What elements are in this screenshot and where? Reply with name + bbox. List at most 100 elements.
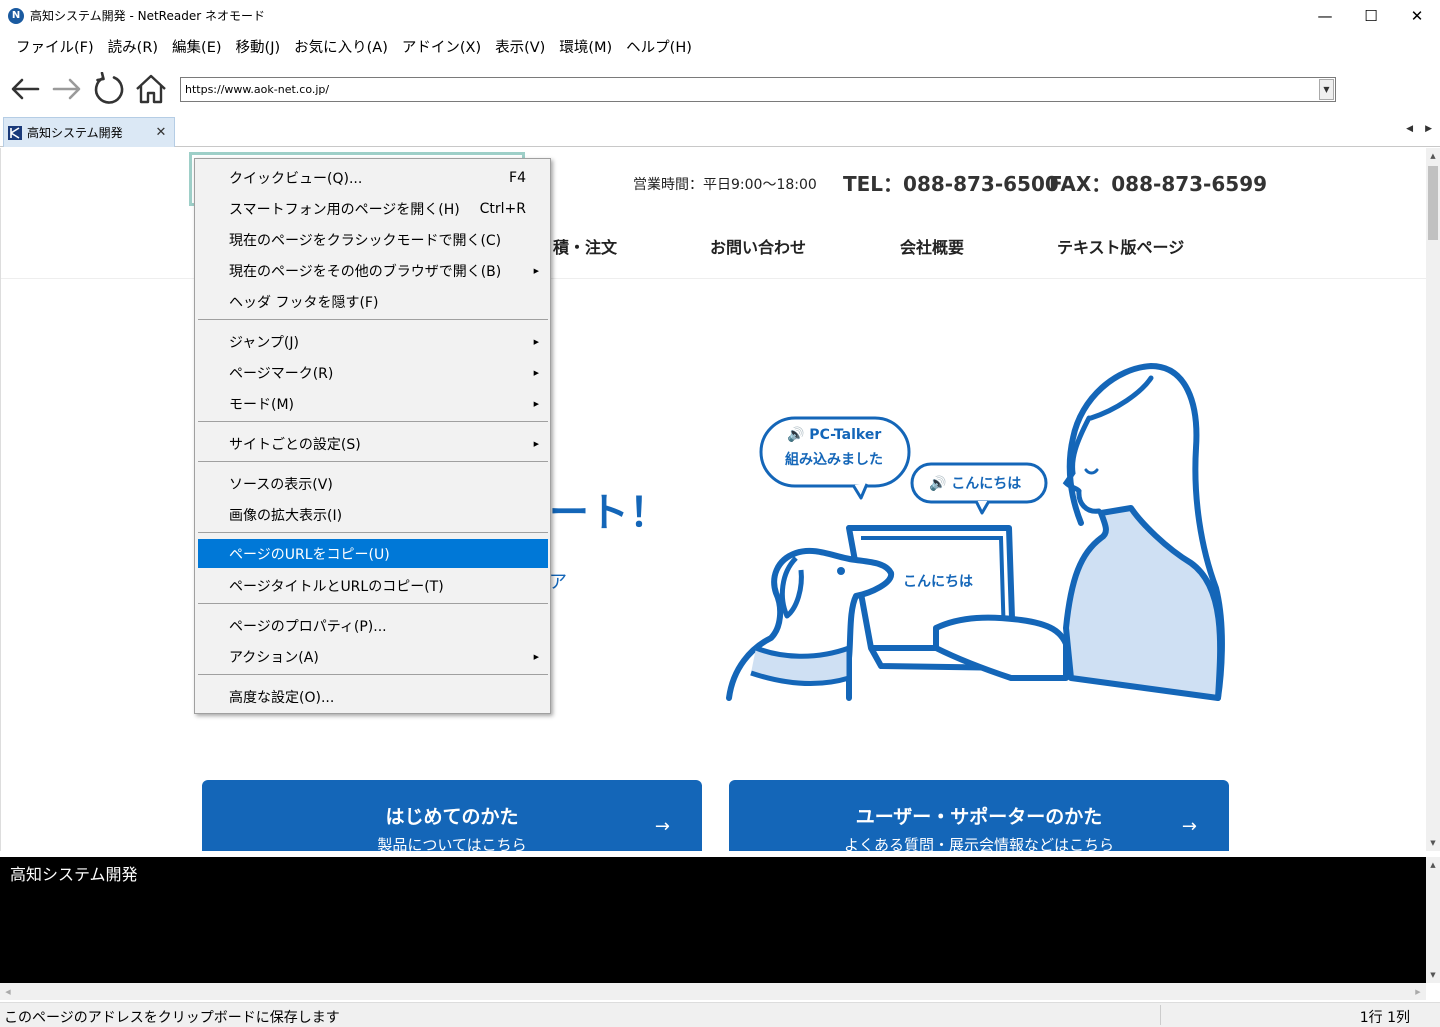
nav-link-text-version[interactable]: テキスト版ページ — [1057, 234, 1184, 258]
menu-bar: ファイル(F) 読み(R) 編集(E) 移動(J) お気に入り(A) アドイン(… — [0, 31, 1440, 61]
menu-addin[interactable]: アドイン(X) — [395, 36, 488, 57]
phone-number: TEL：088-873-6500 — [843, 172, 1059, 196]
home-icon — [136, 74, 166, 104]
context-menu: クイックビュー(Q)... F4 スマートフォン用のページを開く(H) Ctrl+R… — [194, 158, 551, 714]
menu-item-label: モード(M) — [229, 396, 295, 413]
home-button[interactable] — [130, 68, 172, 110]
menu-help[interactable]: ヘルプ(H) — [619, 36, 699, 57]
menu-item-label: ページマーク(R) — [229, 365, 334, 382]
business-hours: 営業時間：平日9:00～18:00 — [633, 177, 817, 193]
menu-file[interactable]: ファイル(F) — [9, 36, 101, 57]
menu-item-label: スマートフォン用のページを開く(H) — [229, 201, 460, 218]
close-button[interactable]: ✕ — [1394, 0, 1440, 31]
cursor-position: 1行 1列 — [1359, 1010, 1410, 1026]
arrow-right-icon: → — [654, 816, 670, 837]
menu-item-page-properties[interactable]: ページのプロパティ(P)... — [198, 611, 548, 640]
scroll-up-icon[interactable]: ▲ — [1426, 857, 1440, 873]
window-controls: — ☐ ✕ — [1302, 0, 1440, 31]
card-first-time-subtitle: 製品についてはこちら — [377, 836, 527, 851]
fax-number: FAX：088-873-6599 — [1049, 172, 1268, 196]
text-pane-horizontal-scrollbar[interactable]: ◀ ▶ — [0, 983, 1426, 1000]
menu-item-label: ページタイトルとURLのコピー(T) — [229, 578, 444, 595]
close-icon[interactable]: ✕ — [152, 125, 170, 140]
chevron-right-icon[interactable]: ▶ — [1425, 124, 1432, 134]
chevron-left-icon[interactable]: ◀ — [1406, 124, 1413, 134]
text-pane-vertical-scrollbar[interactable]: ▲ ▼ — [1426, 857, 1440, 983]
tab-bar: 高知システム開発 ✕ ◀ ▶ — [0, 116, 1440, 147]
speech-bubble-pc-talker-line2: 組み込みました — [785, 452, 883, 468]
submenu-arrow-icon: ▶ — [533, 337, 539, 346]
text-reading-pane[interactable]: 高知システム開発 — [0, 857, 1426, 983]
tab-kochi-system[interactable]: 高知システム開発 ✕ — [3, 117, 175, 147]
menu-item-advanced-settings[interactable]: 高度な設定(O)... — [198, 682, 548, 711]
menu-item-action[interactable]: アクション(A) ▶ — [198, 642, 548, 671]
speech-bubble-pc-talker-line1: 🔊 PC-Talker — [787, 427, 882, 443]
menu-item-copy-url[interactable]: ページのURLをコピー(U) — [198, 539, 548, 568]
arrow-right-icon: → — [1181, 816, 1197, 837]
scroll-thumb[interactable] — [1428, 166, 1438, 240]
menu-item-label: クイックビュー(Q)... — [229, 170, 363, 187]
menu-item-mode[interactable]: モード(M) ▶ — [198, 389, 548, 418]
url-text[interactable]: https://www.aok-net.co.jp/ — [181, 83, 1319, 96]
nav-link-contact[interactable]: お問い合わせ — [710, 234, 806, 258]
menu-separator — [198, 421, 548, 422]
scroll-left-icon[interactable]: ◀ — [0, 983, 16, 1000]
maximize-button[interactable]: ☐ — [1348, 0, 1394, 31]
card-user-supporter-subtitle: よくある質問・展示会情報などはこちら — [843, 836, 1114, 851]
menu-item-label: ヘッダ フッタを隠す(F) — [229, 294, 379, 311]
submenu-arrow-icon: ▶ — [533, 399, 539, 408]
nav-link-company[interactable]: 会社概要 — [900, 234, 964, 258]
scroll-down-icon[interactable]: ▼ — [1426, 835, 1440, 851]
menu-environment[interactable]: 環境(M) — [552, 36, 619, 57]
content-vertical-scrollbar[interactable]: ▲ ▼ — [1426, 148, 1440, 851]
menu-item-quick-view[interactable]: クイックビュー(Q)... F4 — [198, 163, 548, 192]
card-first-time[interactable]: はじめてのかた 製品についてはこちら → — [202, 780, 702, 851]
menu-item-view-source[interactable]: ソースの表示(V) — [198, 469, 548, 498]
menu-item-hide-header-footer[interactable]: ヘッダ フッタを隠す(F) — [198, 287, 548, 316]
menu-item-jump[interactable]: ジャンプ(J) ▶ — [198, 327, 548, 356]
menu-item-other-browser[interactable]: 現在のページをその他のブラウザで開く(B) ▶ — [198, 256, 548, 285]
status-divider — [1160, 1005, 1161, 1025]
scroll-down-icon[interactable]: ▼ — [1426, 967, 1440, 983]
submenu-arrow-icon: ▶ — [533, 652, 539, 661]
menu-item-label: 現在のページをクラシックモードで開く(C) — [229, 232, 502, 249]
menu-item-label: 高度な設定(O)... — [229, 689, 335, 706]
text-pane-content: 高知システム開発 — [10, 865, 138, 884]
menu-item-page-mark[interactable]: ページマーク(R) ▶ — [198, 358, 548, 387]
menu-favorites[interactable]: お気に入り(A) — [287, 36, 395, 57]
tab-scroll-arrows: ◀ ▶ — [1406, 124, 1432, 134]
nav-link-order[interactable]: 積・注文 — [553, 234, 617, 258]
menu-read[interactable]: 読み(R) — [101, 36, 165, 57]
menu-item-classic-mode[interactable]: 現在のページをクラシックモードで開く(C) — [198, 225, 548, 254]
laptop-greeting: こんにちは — [903, 574, 973, 590]
menu-move[interactable]: 移動(J) — [229, 36, 288, 57]
forward-button[interactable] — [46, 68, 88, 110]
netreader-logo-icon: N — [8, 7, 24, 24]
arrow-left-icon — [11, 78, 40, 100]
minimize-button[interactable]: — — [1302, 0, 1348, 31]
menu-item-copy-title-url[interactable]: ページタイトルとURLのコピー(T) — [198, 571, 548, 600]
menu-separator — [198, 603, 548, 604]
chevron-down-icon[interactable]: ▼ — [1319, 79, 1334, 100]
submenu-arrow-icon: ▶ — [533, 266, 539, 275]
scroll-up-icon[interactable]: ▲ — [1426, 148, 1440, 164]
submenu-arrow-icon: ▶ — [533, 368, 539, 377]
scroll-right-icon[interactable]: ▶ — [1410, 983, 1426, 1000]
menu-item-image-zoom[interactable]: 画像の拡大表示(I) — [198, 500, 548, 529]
menu-item-label: アクション(A) — [229, 649, 319, 666]
status-message: このページのアドレスをクリップボードに保存します — [4, 1010, 340, 1026]
menu-item-label: 画像の拡大表示(I) — [229, 507, 343, 524]
arrow-right-icon — [52, 78, 81, 100]
menu-view[interactable]: 表示(V) — [488, 36, 552, 57]
menu-item-smartphone-page[interactable]: スマートフォン用のページを開く(H) Ctrl+R — [198, 194, 548, 223]
reload-button[interactable] — [88, 68, 130, 110]
toolbar: https://www.aok-net.co.jp/ ▼ — [0, 66, 1440, 112]
card-user-supporter[interactable]: ユーザー・サポーターのかた よくある質問・展示会情報などはこちら → — [729, 780, 1229, 851]
address-bar[interactable]: https://www.aok-net.co.jp/ ▼ — [180, 77, 1336, 102]
menu-edit[interactable]: 編集(E) — [165, 36, 228, 57]
menu-item-shortcut: F4 — [509, 169, 526, 186]
speech-bubble-greeting: 🔊 こんにちは — [929, 476, 1022, 492]
back-button[interactable] — [4, 68, 46, 110]
menu-item-site-settings[interactable]: サイトごとの設定(S) ▶ — [198, 429, 548, 458]
menu-item-label: 現在のページをその他のブラウザで開く(B) — [229, 263, 502, 280]
